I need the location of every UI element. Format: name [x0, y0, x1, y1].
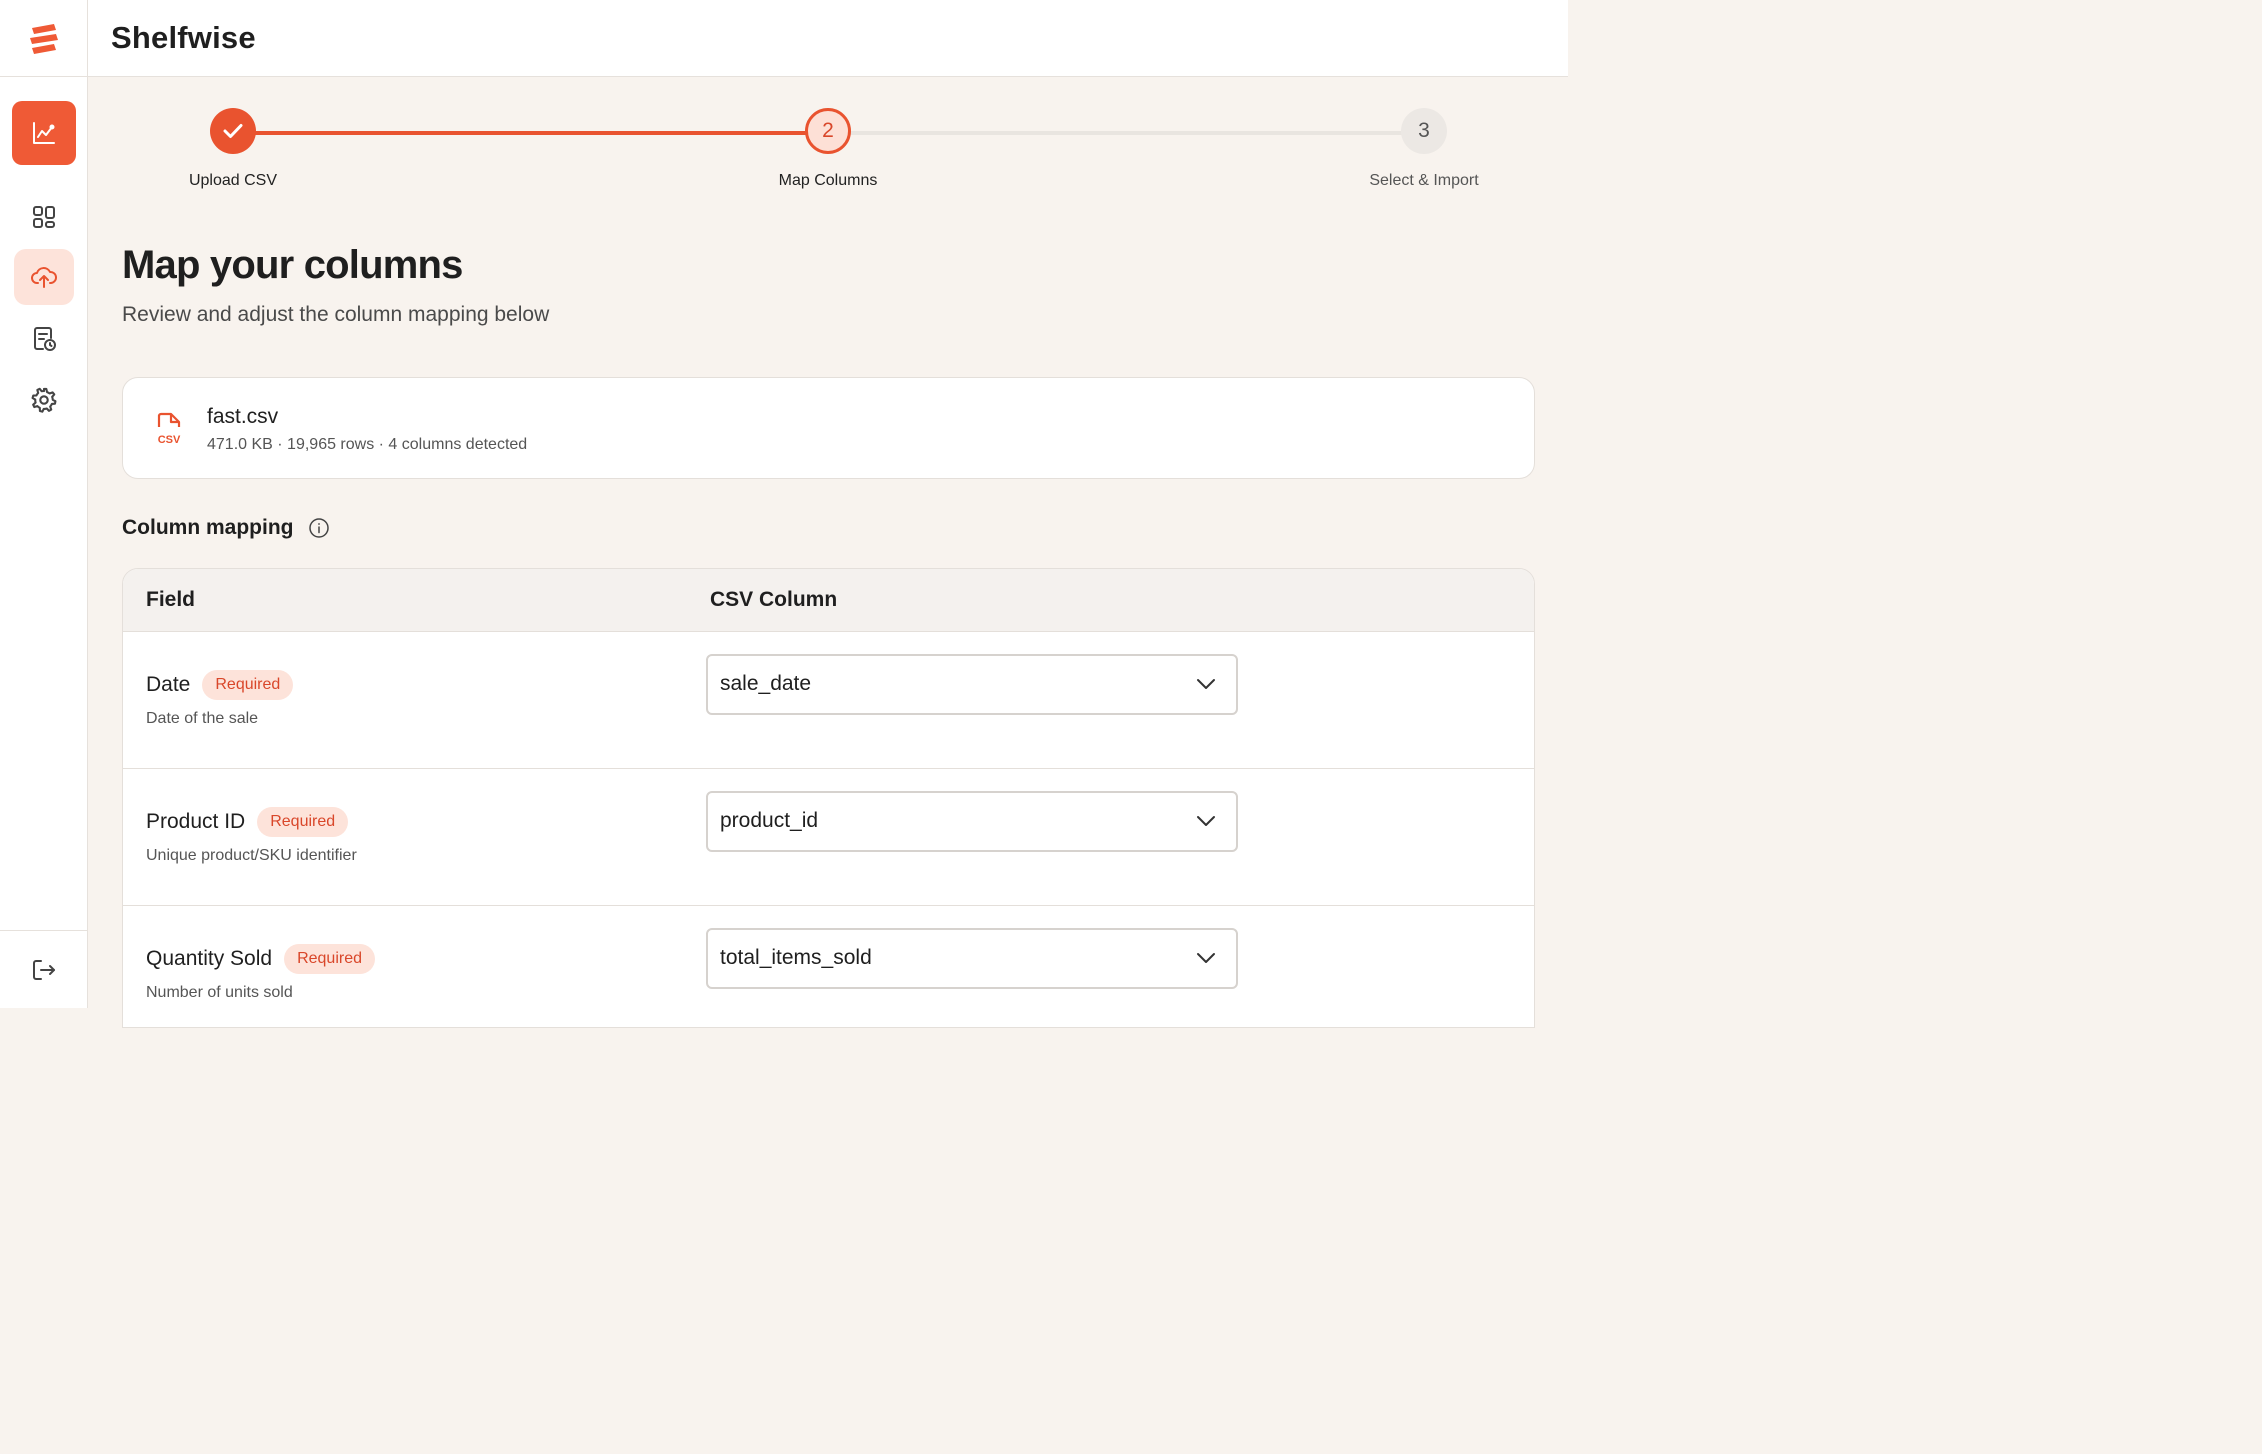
- field-description: Number of units sold: [146, 984, 293, 1001]
- import-stepper: Upload CSV 2 Map Columns 3 Select & Impo…: [88, 78, 1568, 208]
- csv-icon-label: CSV: [158, 434, 181, 446]
- sidebar-item-upload[interactable]: [0, 249, 88, 305]
- required-badge: Required: [257, 807, 349, 837]
- field-name: Quantity Sold: [146, 947, 273, 970]
- column-mapping-heading: Column mapping: [122, 516, 330, 540]
- app-title: Shelfwise: [111, 20, 256, 55]
- logout-icon: [33, 959, 55, 980]
- select-value: total_items_sold: [720, 946, 872, 969]
- file-summary-card: CSV fast.csv 471.0 KB · 19,965 rows · 4 …: [122, 377, 1535, 479]
- sidebar-item-history[interactable]: [0, 319, 88, 359]
- sidebar-item-settings[interactable]: [0, 380, 88, 420]
- top-header: Shelfwise: [88, 0, 1568, 77]
- file-name: fast.csv: [207, 405, 279, 428]
- stepper-track-complete: [233, 131, 828, 135]
- header-csv-column: CSV Column: [710, 588, 838, 611]
- step-number: 3: [1401, 108, 1447, 154]
- field-description: Unique product/SKU identifier: [146, 847, 357, 864]
- header-field: Field: [146, 588, 196, 611]
- csv-column-select[interactable]: sale_date: [706, 654, 1238, 715]
- table-header: Field CSV Column: [123, 569, 1534, 632]
- cloud-upload-icon: [31, 267, 57, 288]
- chevron-down-icon: [1197, 679, 1215, 689]
- sidebar-item-dashboard[interactable]: [0, 197, 88, 237]
- step-select-import[interactable]: 3 Select & Import: [1342, 108, 1506, 190]
- document-clock-icon: [34, 327, 56, 351]
- sidebar: [0, 0, 88, 1008]
- step-number: 2: [805, 108, 851, 154]
- sidebar-item-analytics[interactable]: [0, 101, 88, 165]
- step-label: Select & Import: [1369, 172, 1479, 189]
- table-row: Product ID Required Unique product/SKU i…: [123, 769, 1534, 906]
- select-value: product_id: [720, 809, 819, 832]
- required-badge: Required: [202, 670, 294, 700]
- csv-column-select[interactable]: product_id: [706, 791, 1238, 852]
- table-row: Quantity Sold Required Number of units s…: [123, 906, 1534, 1027]
- csv-file-icon: CSV: [158, 412, 181, 446]
- section-title: Column mapping: [122, 516, 294, 539]
- field-name-cell: Product ID Required: [146, 807, 349, 837]
- page-title: Map your columns: [122, 243, 463, 287]
- chevron-down-icon: [1197, 953, 1215, 963]
- chart-icon: [33, 122, 55, 144]
- stepper-track-upcoming: [828, 131, 1424, 135]
- grid-icon: [33, 206, 55, 228]
- page-subtitle: Review and adjust the column mapping bel…: [122, 303, 550, 326]
- file-meta: 471.0 KB · 19,965 rows · 4 columns detec…: [207, 436, 528, 453]
- step-complete-circle: [210, 108, 256, 154]
- select-value: sale_date: [720, 672, 812, 695]
- field-description: Date of the sale: [146, 710, 259, 727]
- field-name-cell: Quantity Sold Required: [146, 944, 376, 974]
- field-name: Date: [146, 673, 191, 696]
- step-upload-csv[interactable]: Upload CSV: [150, 108, 316, 190]
- app-logo[interactable]: [0, 0, 87, 77]
- column-mapping-table: Field CSV Column Date Required Date of t…: [122, 568, 1535, 1028]
- step-map-columns[interactable]: 2 Map Columns: [746, 108, 910, 190]
- field-name-cell: Date Required: [146, 670, 294, 700]
- logout-button[interactable]: [0, 930, 88, 1008]
- info-icon[interactable]: [308, 517, 330, 539]
- gear-icon: [31, 387, 57, 413]
- chevron-down-icon: [1197, 816, 1215, 826]
- field-name: Product ID: [146, 810, 246, 833]
- step-label: Upload CSV: [188, 172, 278, 189]
- csv-column-select[interactable]: total_items_sold: [706, 928, 1238, 989]
- table-row: Date Required Date of the sale sale_date: [123, 632, 1534, 769]
- step-label: Map Columns: [778, 172, 878, 189]
- shelfwise-logo-icon: [29, 24, 58, 54]
- required-badge: Required: [284, 944, 376, 974]
- checkmark-icon: [223, 124, 243, 138]
